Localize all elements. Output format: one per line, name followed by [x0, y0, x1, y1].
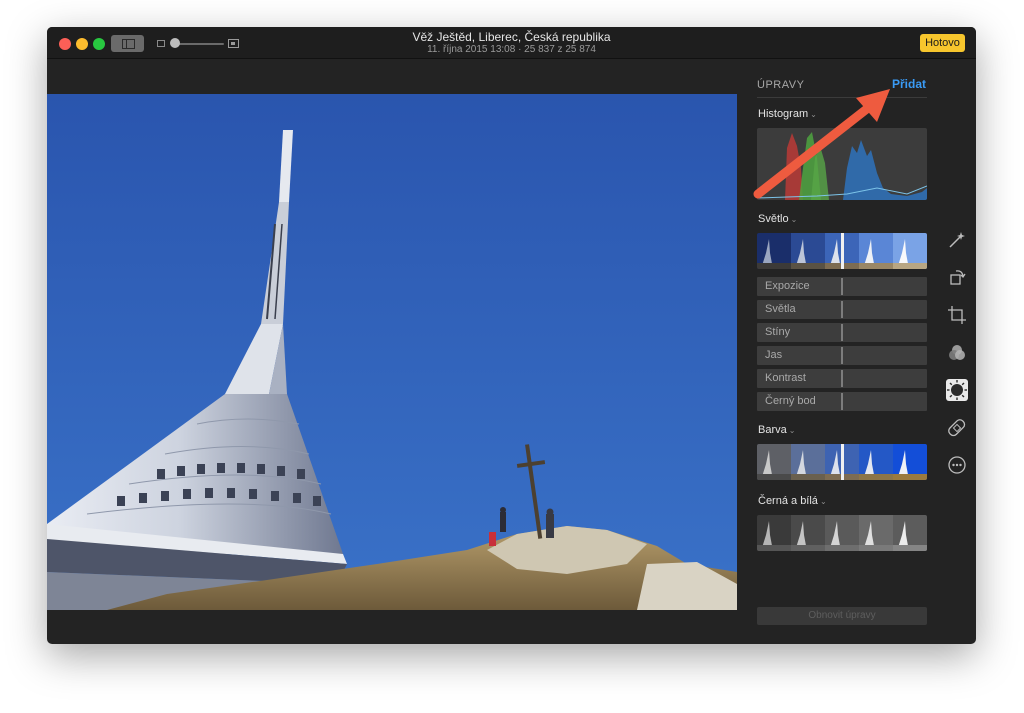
slider-handle[interactable] — [841, 393, 843, 410]
bw-preview-tile — [825, 515, 859, 551]
chevron-down-icon: ⌄ — [788, 426, 796, 435]
reset-adjustments-button[interactable]: Obnovit úpravy — [757, 607, 927, 625]
rotate-icon[interactable] — [946, 266, 968, 288]
slider-handle[interactable] — [841, 347, 843, 364]
done-button[interactable]: Hotovo — [920, 34, 965, 52]
slider-label: Černý bod — [765, 395, 816, 407]
more-icon[interactable] — [946, 454, 968, 476]
retouch-bandage-icon[interactable] — [946, 417, 968, 439]
photo-title: Věž Ještěd, Liberec, Česká republika — [412, 30, 611, 44]
adjust-icon[interactable] — [946, 379, 968, 401]
slider-label: Stíny — [765, 326, 791, 338]
slider-shadows[interactable]: Stíny — [757, 323, 927, 342]
slider-handle[interactable] — [841, 370, 843, 387]
slider-handle[interactable] — [841, 278, 843, 295]
bw-preview-tile — [757, 515, 791, 551]
light-preview-tile — [757, 233, 791, 269]
slider-contrast[interactable]: Kontrast — [757, 369, 927, 388]
light-preview-tile — [859, 233, 893, 269]
chevron-down-icon: ⌄ — [819, 497, 827, 506]
histogram-label: Histogram — [758, 108, 809, 120]
color-label: Barva — [758, 424, 787, 436]
light-label: Světlo — [758, 213, 789, 225]
add-adjustment-button[interactable]: Přidat — [892, 77, 926, 91]
light-preview-tile — [893, 233, 927, 269]
light-preview-tile — [825, 233, 859, 269]
histogram-header[interactable]: Histogram ⌄ — [758, 108, 817, 120]
photo-date-and-count: 11. října 2015 13:08 · 25 837 z 25 874 — [427, 44, 596, 55]
light-header[interactable]: Světlo ⌄ — [758, 213, 797, 225]
bw-preview-tile — [791, 515, 825, 551]
chevron-down-icon: ⌄ — [790, 215, 798, 224]
slider-black-point[interactable]: Černý bod — [757, 392, 927, 411]
slider-label: Expozice — [765, 280, 810, 292]
light-preview-tile — [791, 233, 825, 269]
slider-exposure[interactable]: Expozice — [757, 277, 927, 296]
slider-highlights[interactable]: Světla — [757, 300, 927, 319]
bw-preview-tile — [859, 515, 893, 551]
light-preview-strip[interactable] — [757, 233, 927, 269]
title-bar: Věž Ještěd, Liberec, Česká republika 11.… — [47, 27, 976, 59]
bw-preview-tile — [893, 515, 927, 551]
filters-icon[interactable] — [946, 342, 968, 364]
slider-brightness[interactable]: Jas — [757, 346, 927, 365]
divider — [757, 97, 927, 98]
photo-preview — [47, 94, 737, 610]
color-preview-tile — [825, 444, 859, 480]
chevron-down-icon: ⌄ — [810, 110, 817, 119]
black-white-label: Černá a bílá — [758, 495, 818, 507]
black-white-header[interactable]: Černá a bílá ⌄ — [758, 495, 827, 507]
slider-handle[interactable] — [841, 324, 843, 341]
color-preview-tile — [757, 444, 791, 480]
slider-label: Jas — [765, 349, 783, 361]
crop-icon[interactable] — [946, 304, 968, 326]
color-preview-tile — [791, 444, 825, 480]
slider-label: Kontrast — [765, 372, 806, 384]
magic-wand-icon[interactable] — [946, 229, 968, 251]
color-preview-tile — [859, 444, 893, 480]
adjustments-title: ÚPRAVY — [757, 79, 805, 91]
color-preview-strip[interactable] — [757, 444, 927, 480]
photos-window: Věž Ještěd, Liberec, Česká republika 11.… — [47, 27, 976, 644]
slider-handle[interactable] — [841, 301, 843, 318]
color-header[interactable]: Barva ⌄ — [758, 424, 795, 436]
black-white-preview-strip[interactable] — [757, 515, 927, 551]
slider-label: Světla — [765, 303, 796, 315]
color-preview-tile — [893, 444, 927, 480]
histogram-chart — [757, 128, 927, 200]
